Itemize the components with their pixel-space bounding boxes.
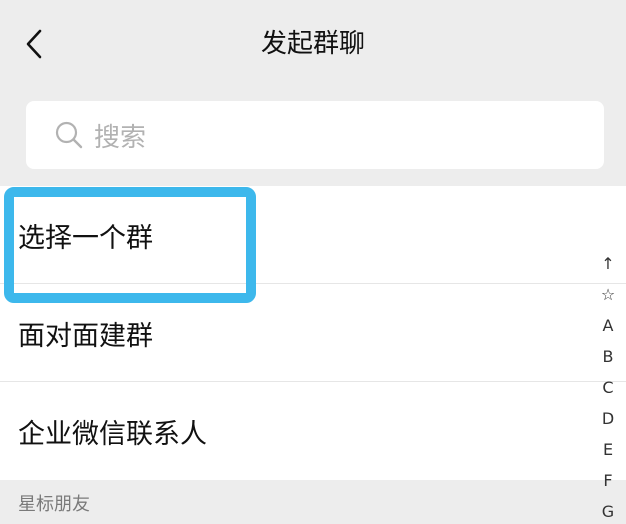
alphabet-index-bar[interactable]: ↑ ☆ A B C D E F G: [596, 248, 620, 524]
navigation-bar: 发起群聊: [0, 0, 626, 92]
index-letter-c[interactable]: C: [602, 372, 613, 403]
face-to-face-group-label: 面对面建群: [18, 320, 153, 352]
search-placeholder: 搜索: [94, 122, 147, 153]
enterprise-contacts-item[interactable]: 企业微信联系人: [0, 382, 626, 480]
screen: 发起群聊 搜索 选择一个群 面对面建群 企业微信联系人 星标朋友 ↑ ☆ A B…: [0, 0, 626, 524]
enterprise-contacts-label: 企业微信联系人: [18, 418, 207, 450]
search-input[interactable]: 搜索: [26, 101, 604, 169]
index-letter-b[interactable]: B: [603, 341, 614, 372]
index-letter-d[interactable]: D: [602, 403, 614, 434]
section-header-label: 星标朋友: [18, 494, 90, 515]
section-header-starred: 星标朋友: [0, 482, 626, 524]
face-to-face-group-item[interactable]: 面对面建群: [0, 284, 626, 382]
index-letter-e[interactable]: E: [603, 434, 613, 465]
search-icon: [54, 120, 84, 150]
index-letter-f[interactable]: F: [603, 465, 612, 496]
menu-list: 选择一个群 面对面建群 企业微信联系人: [0, 186, 626, 480]
select-group-item[interactable]: 选择一个群: [0, 186, 626, 284]
index-starred[interactable]: ☆: [601, 279, 615, 310]
select-group-label: 选择一个群: [18, 222, 153, 254]
index-letter-a[interactable]: A: [603, 310, 614, 341]
index-letter-g[interactable]: G: [602, 496, 614, 524]
index-top[interactable]: ↑: [601, 248, 614, 279]
page-title: 发起群聊: [260, 29, 365, 59]
